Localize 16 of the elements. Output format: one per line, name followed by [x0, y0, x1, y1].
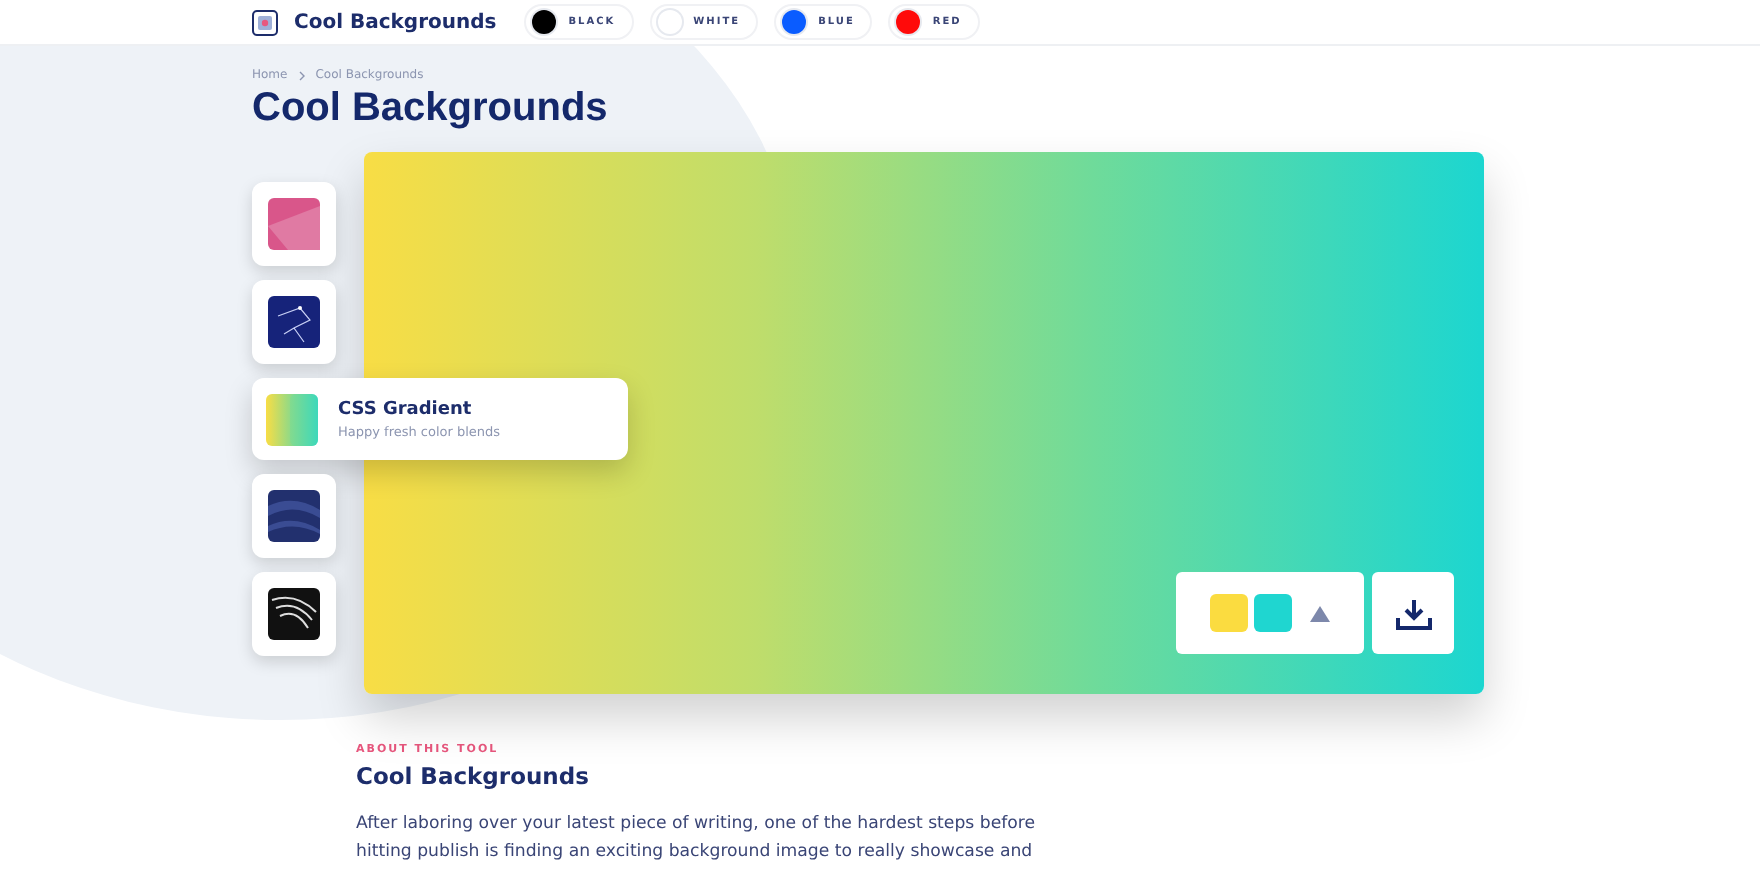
- logo-icon: [252, 9, 278, 35]
- generator-thumbnail[interactable]: [252, 572, 336, 656]
- download-button[interactable]: [1372, 572, 1454, 654]
- brand-name: Cool Backgrounds: [294, 11, 497, 33]
- color-swatch[interactable]: [1254, 594, 1292, 632]
- chevron-icon: [297, 70, 306, 82]
- page-title: Cool Backgrounds: [252, 86, 610, 132]
- generator-title: CSS Gradient: [338, 399, 474, 419]
- generator-thumbnail[interactable]: [252, 474, 336, 558]
- download-icon: [1395, 597, 1431, 629]
- triangle-icon[interactable]: [1310, 605, 1330, 621]
- generator-thumbnail[interactable]: [252, 280, 336, 364]
- section-heading: Cool Backgrounds: [356, 762, 591, 790]
- generator-thumbnail[interactable]: [252, 182, 336, 266]
- section-paragraph: After laboring over your latest piece of writing, one of the hardest steps before hitting publish is finding an exciting background image to really showcase and: [356, 812, 1038, 866]
- color-swatch[interactable]: [1210, 594, 1248, 632]
